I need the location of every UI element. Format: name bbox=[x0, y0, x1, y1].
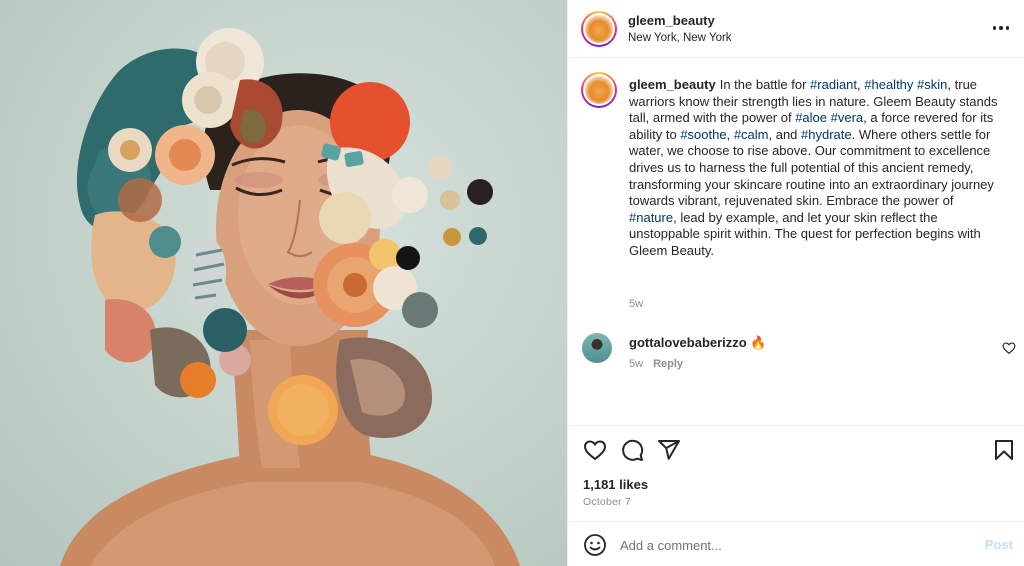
reply-button[interactable]: Reply bbox=[653, 358, 683, 370]
more-dot bbox=[999, 26, 1003, 30]
commenter-avatar[interactable] bbox=[582, 333, 612, 363]
post-image[interactable] bbox=[0, 0, 567, 566]
hashtag-link[interactable]: #healthy bbox=[864, 77, 913, 92]
hashtag-link[interactable]: #soothe bbox=[680, 127, 726, 142]
hashtag-link[interactable]: #hydrate bbox=[801, 127, 852, 142]
post-panel: gleem_beauty New York, New York gleem_be… bbox=[567, 0, 1024, 566]
add-comment-bar: Post bbox=[568, 521, 1024, 566]
post-location[interactable]: New York, New York bbox=[628, 32, 732, 44]
caption-text-segment: , lead by example, and let your skin ref… bbox=[629, 209, 981, 258]
bookmark-icon[interactable] bbox=[992, 438, 1016, 462]
hashtag-link[interactable]: #aloe bbox=[795, 110, 827, 125]
emoji-icon[interactable] bbox=[583, 533, 607, 557]
caption-body: In the battle for #radiant, #healthy #sk… bbox=[629, 77, 998, 258]
comment-timestamp[interactable]: 5w bbox=[629, 358, 643, 370]
author-avatar-frame bbox=[583, 13, 615, 45]
author-username[interactable]: gleem_beauty bbox=[628, 13, 715, 28]
post-date[interactable]: October 7 bbox=[583, 496, 631, 508]
hashtag-link[interactable]: #nature bbox=[629, 210, 673, 225]
comment-meta: 5w Reply bbox=[629, 358, 683, 370]
comment-item: gottalovebaberizzo 🔥 5w Reply bbox=[568, 325, 1024, 385]
comment-heart-icon[interactable] bbox=[1002, 341, 1016, 355]
commenter-username[interactable]: gottalovebaberizzo 🔥 bbox=[629, 335, 767, 351]
caption-avatar-frame bbox=[583, 74, 615, 106]
caption-timestamp[interactable]: 5w bbox=[629, 298, 643, 310]
more-dot bbox=[992, 26, 997, 30]
caption-avatar-image bbox=[585, 76, 613, 104]
hashtag-link[interactable]: #calm bbox=[734, 127, 769, 142]
more-options-icon[interactable] bbox=[991, 18, 1011, 38]
caption-text: gleem_beauty In the battle for #radiant, … bbox=[629, 77, 1004, 260]
likes-count[interactable]: 1,181 likes bbox=[583, 477, 648, 492]
post-image-artwork bbox=[60, 28, 520, 566]
comment-icon[interactable] bbox=[620, 438, 644, 462]
caption-text-segment: In the battle for bbox=[719, 77, 811, 92]
post-comment-button[interactable]: Post bbox=[985, 537, 1013, 552]
hashtag-link[interactable]: #vera bbox=[831, 110, 864, 125]
heart-icon[interactable] bbox=[583, 438, 607, 462]
caption-avatar[interactable] bbox=[581, 72, 617, 108]
more-dot bbox=[1005, 26, 1010, 30]
caption-text-segment: , bbox=[726, 126, 734, 142]
hashtag-link[interactable]: #radiant bbox=[810, 77, 857, 92]
caption-username[interactable]: gleem_beauty bbox=[629, 77, 716, 92]
action-bar: 1,181 likes October 7 bbox=[568, 425, 1024, 521]
hashtag-link[interactable]: #skin bbox=[917, 77, 947, 92]
caption-text-segment: , and bbox=[768, 126, 802, 142]
author-avatar-image bbox=[585, 15, 613, 43]
post-header: gleem_beauty New York, New York bbox=[568, 0, 1024, 58]
caption-block: gleem_beauty In the battle for #radiant, … bbox=[568, 58, 1024, 321]
author-avatar[interactable] bbox=[581, 11, 617, 47]
comment-input[interactable] bbox=[620, 534, 950, 556]
send-icon[interactable] bbox=[657, 438, 681, 462]
